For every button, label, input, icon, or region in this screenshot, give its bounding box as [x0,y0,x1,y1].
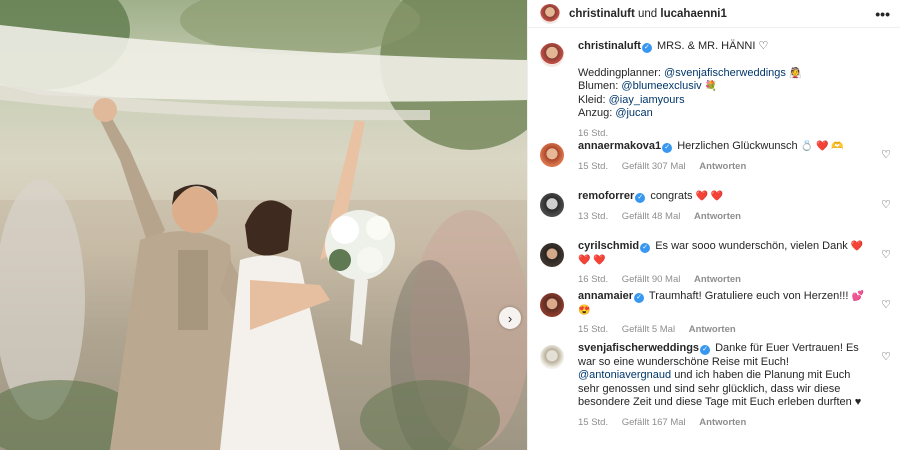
caption-time[interactable]: 16 Std. [578,128,608,139]
comment-username[interactable]: remoforrer [578,190,634,202]
comment-item: svenjafischerweddings ✓ Danke für Euer Ve… [528,342,900,429]
verified-badge-icon: ✓ [640,243,651,253]
comment-username[interactable]: annamaier [578,290,633,302]
comment-meta: 15 Std. Gefällt 167 Mal Antworten [578,416,866,430]
comment-likes[interactable]: Gefällt 48 Mal [622,211,681,222]
comment-text: congrats [650,190,693,202]
comment-meta: 13 Std. Gefällt 48 Mal Antworten [578,210,866,224]
avatar[interactable] [540,193,564,217]
avatar[interactable] [540,293,564,317]
comment-text: Traumhaft! Gratuliere euch von Herzen!!! [648,290,849,302]
comment-meta: 16 Std. Gefällt 90 Mal Antworten [578,273,866,287]
author-separator: und [638,7,658,20]
caption-username[interactable]: christinaluft [578,40,641,52]
avatar[interactable] [540,345,564,369]
suit-label: Anzug: [578,107,613,119]
post-header: christinaluft und lucahaenni1 ••• [528,0,900,28]
heart-outline-icon[interactable]: ♡ [881,298,891,311]
reply-button[interactable]: Antworten [699,161,746,172]
author-link-1[interactable]: christinaluft [569,8,635,20]
avatar[interactable] [540,243,564,267]
post-authors: christinaluft und lucahaenni1 [569,8,875,20]
comment-time[interactable]: 13 Std. [578,211,608,222]
heart-outline-icon[interactable]: ♡ [881,248,891,261]
comment-text: Herzlichen Glückwunsch [677,140,798,152]
verified-badge-icon: ✓ [635,193,646,203]
comment-mention[interactable]: @antoniavergnaud [578,369,671,381]
reply-button[interactable]: Antworten [689,324,736,335]
flowers-mention[interactable]: @blumeexclusiv [621,80,701,92]
avatar[interactable] [540,143,564,167]
comment-likes[interactable]: Gefällt 167 Mal [622,417,686,428]
comment-emojis: 💍 ❤️ 🫶 [800,141,844,152]
author-link-2[interactable]: lucahaenni1 [660,8,726,20]
comments-panel: christinaluft und lucahaenni1 ••• christ… [527,0,900,450]
reply-button[interactable]: Antworten [694,211,741,222]
verified-badge-icon: ✓ [700,345,711,355]
avatar[interactable] [540,3,560,24]
comment-time[interactable]: 15 Std. [578,417,608,428]
heart-outline-icon[interactable]: ♡ [881,350,891,363]
comment-item: cyrilschmid ✓ Es war sooo wunderschön, vi… [528,240,900,290]
comment-body: annamaier ✓ Traumhaft! Gratuliere euch vo… [578,290,888,342]
comment-body: annaermakova1 ✓ Herzlichen Glückwunsch 💍 … [578,140,888,190]
caption-meta: 16 Std. [578,127,866,141]
verified-badge-icon: ✓ [641,43,652,53]
chevron-right-icon: › [507,310,513,326]
comment-meta: 15 Std. Gefällt 307 Mal Antworten [578,160,866,174]
post-photo[interactable]: › [0,0,527,450]
caption-body: christinaluft ✓ MRS. & MR. HÄNNI ♡ Weddin… [578,40,888,140]
bride-emoji-icon: 👰 [788,67,802,79]
verified-badge-icon: ✓ [634,293,645,303]
avatar[interactable] [540,43,564,67]
reply-button[interactable]: Antworten [694,274,741,285]
reply-button[interactable]: Antworten [699,417,746,428]
comment-body: remoforrer ✓ congrats ❤️ ❤️ 13 Std. Gefäl… [578,190,888,240]
next-photo-button[interactable]: › [499,307,521,329]
planner-label: Weddingplanner: [578,66,661,79]
comment-time[interactable]: 16 Std. [578,274,608,285]
comment-body: cyrilschmid ✓ Es war sooo wunderschön, vi… [578,240,888,290]
more-options-icon[interactable]: ••• [875,6,890,22]
comment-time[interactable]: 15 Std. [578,161,608,172]
comment-time[interactable]: 15 Std. [578,324,608,335]
comment-username[interactable]: svenjafischerweddings [578,342,699,354]
verified-badge-icon: ✓ [662,143,673,153]
comment-username[interactable]: cyrilschmid [578,240,639,252]
caption-item: christinaluft ✓ MRS. & MR. HÄNNI ♡ Weddin… [528,40,900,140]
caption-text: MRS. & MR. HÄNNI ♡ [657,40,769,52]
dress-mention[interactable]: @iay_iamyours [609,94,685,106]
flowers-label: Blumen: [578,80,619,92]
heart-outline-icon[interactable]: ♡ [881,148,891,161]
heart-outline-icon[interactable]: ♡ [881,198,891,211]
comment-likes[interactable]: Gefällt 90 Mal [622,274,681,285]
comment-item: remoforrer ✓ congrats ❤️ ❤️ 13 Std. Gefäl… [528,190,900,240]
planner-mention[interactable]: @svenjafischerweddings [664,67,786,79]
bouquet-emoji-icon: 💐 [704,81,718,92]
comment-body: svenjafischerweddings ✓ Danke für Euer Ve… [578,342,888,429]
dress-label: Kleid: [578,93,606,106]
comment-emojis: ❤️ ❤️ [695,191,724,202]
comment-text: Es war sooo wunderschön, vielen Dank [655,240,848,252]
comment-feed[interactable]: christinaluft ✓ MRS. & MR. HÄNNI ♡ Weddin… [528,40,900,429]
comment-likes[interactable]: Gefällt 307 Mal [622,161,686,172]
comment-item: annamaier ✓ Traumhaft! Gratuliere euch vo… [528,290,900,342]
suit-mention[interactable]: @jucan [615,107,652,119]
comment-likes[interactable]: Gefällt 5 Mal [622,324,675,335]
comment-item: annaermakova1 ✓ Herzlichen Glückwunsch 💍 … [528,140,900,190]
wedding-photo-illustration [0,0,527,450]
comment-username[interactable]: annaermakova1 [578,140,661,152]
comment-meta: 15 Std. Gefällt 5 Mal Antworten [578,323,866,337]
